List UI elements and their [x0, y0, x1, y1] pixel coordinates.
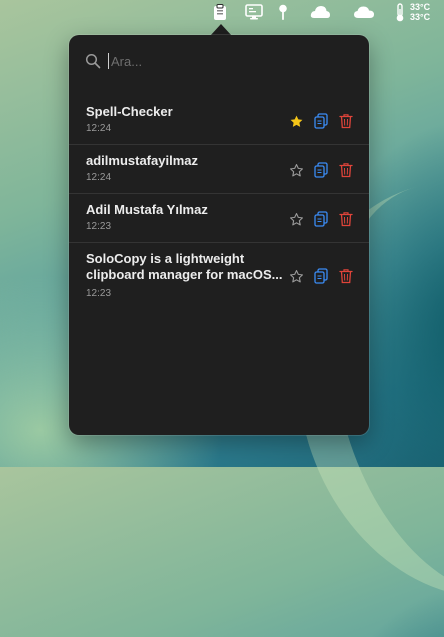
star-icon[interactable]	[288, 113, 304, 129]
item-time: 12:23	[86, 221, 111, 232]
trash-icon[interactable]	[338, 211, 354, 227]
star-icon[interactable]	[288, 268, 304, 284]
temperature-readout: 33°C 33°C	[410, 2, 430, 22]
list-item[interactable]: Spell-Checker 12:24	[69, 96, 369, 145]
trash-icon[interactable]	[338, 162, 354, 178]
temperature-bottom: 33°C	[410, 12, 430, 22]
item-actions	[288, 268, 354, 284]
list-item[interactable]: SoloCopy is a lightweight clipboard mana…	[69, 243, 369, 309]
item-time: 12:24	[86, 172, 111, 183]
pin-icon[interactable]	[276, 2, 290, 22]
copy-icon[interactable]	[313, 113, 329, 129]
list-item[interactable]: Adil Mustafa Yılmaz 12:23	[69, 194, 369, 243]
clipboard-list: Spell-Checker 12:24 adilmustafayilmaz 12…	[69, 96, 369, 309]
copy-icon[interactable]	[313, 268, 329, 284]
clipboard-icon[interactable]	[211, 2, 229, 22]
menu-bar: 33°C 33°C	[0, 0, 444, 24]
cloud-icon[interactable]	[352, 2, 376, 22]
trash-icon[interactable]	[338, 113, 354, 129]
item-actions	[288, 211, 354, 227]
clipboard-popover: Spell-Checker 12:24 adilmustafayilmaz 12…	[69, 35, 369, 435]
copy-icon[interactable]	[313, 211, 329, 227]
item-text: Adil Mustafa Yılmaz	[86, 202, 286, 218]
item-actions	[288, 113, 354, 129]
star-icon[interactable]	[288, 211, 304, 227]
star-icon[interactable]	[288, 162, 304, 178]
display-icon[interactable]	[244, 2, 264, 22]
item-text: SoloCopy is a lightweight clipboard mana…	[86, 251, 286, 283]
trash-icon[interactable]	[338, 268, 354, 284]
search-icon	[85, 53, 101, 69]
item-time: 12:23	[86, 288, 111, 299]
temperature-top: 33°C	[410, 2, 430, 12]
copy-icon[interactable]	[313, 162, 329, 178]
item-text: adilmustafayilmaz	[86, 153, 286, 169]
search-input[interactable]	[108, 53, 311, 69]
thermometer-icon[interactable]	[394, 2, 406, 22]
item-text: Spell-Checker	[86, 104, 286, 120]
cloud-sun-icon[interactable]	[309, 2, 331, 22]
list-item[interactable]: adilmustafayilmaz 12:24	[69, 145, 369, 194]
item-time: 12:24	[86, 123, 111, 134]
item-actions	[288, 162, 354, 178]
search-bar	[85, 50, 355, 72]
